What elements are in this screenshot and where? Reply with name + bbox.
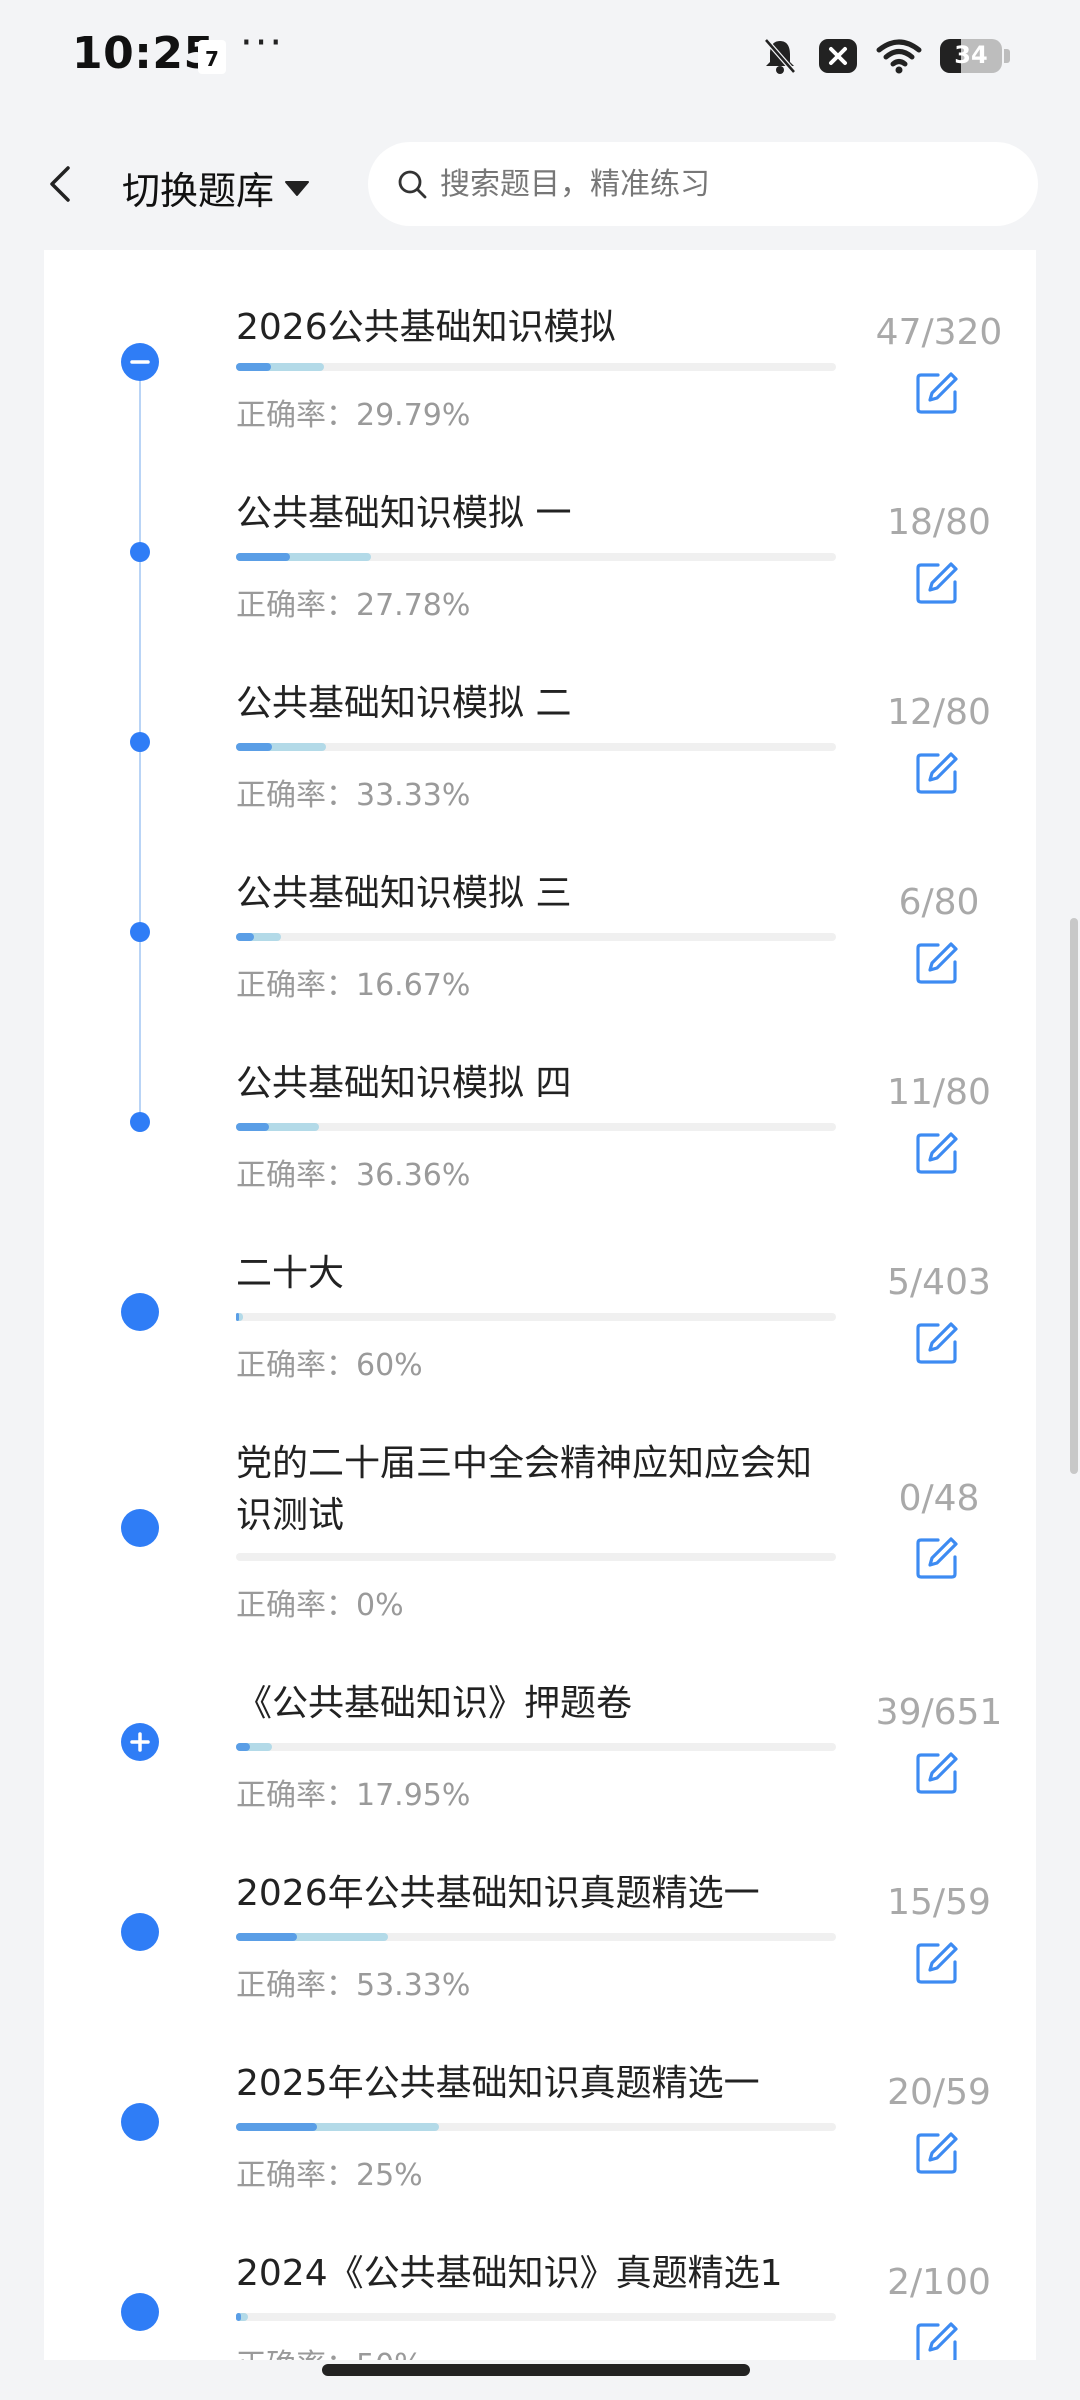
- progress-count: 0/48: [898, 1478, 980, 1519]
- progress-count: 6/80: [898, 882, 980, 923]
- timeline-dot: [130, 542, 150, 562]
- item-dot: [121, 1509, 159, 1547]
- bell-off-icon: [764, 38, 796, 74]
- edit-icon[interactable]: [914, 2130, 960, 2176]
- item-title: 二十大: [236, 1253, 345, 1294]
- accuracy-text: 正确率：53.33%: [236, 1968, 471, 2003]
- item-title: 公共基础知识模拟 三: [236, 873, 572, 914]
- progress-bar: [236, 1123, 836, 1131]
- item-title: 公共基础知识模拟 四: [236, 1063, 572, 1104]
- progress-count: 39/651: [875, 1692, 1003, 1733]
- search-input[interactable]: [438, 165, 1002, 203]
- status-time: 10:25: [72, 28, 215, 79]
- item-title: 公共基础知识模拟 二: [236, 683, 572, 724]
- progress-count: 18/80: [887, 502, 991, 543]
- accuracy-text: 正确率：60%: [236, 1348, 423, 1383]
- progress-count: 11/80: [887, 1072, 991, 1113]
- edit-icon[interactable]: [914, 1750, 960, 1796]
- progress-count: 5/403: [887, 1262, 991, 1303]
- accuracy-text: 正确率：25%: [236, 2158, 423, 2193]
- edit-icon[interactable]: [914, 560, 960, 606]
- edit-icon[interactable]: [914, 1940, 960, 1986]
- progress-count: 2/100: [887, 2262, 991, 2303]
- accuracy-text: 正确率：33.33%: [236, 778, 471, 813]
- item-title: 2025年公共基础知识真题精选一: [236, 2063, 760, 2104]
- progress-count: 20/59: [887, 2072, 991, 2113]
- item-title: 《公共基础知识》押题卷: [236, 1683, 633, 1724]
- progress-bar: [236, 1933, 836, 1941]
- item-title: 公共基础知识模拟 一: [236, 493, 572, 534]
- edit-icon[interactable]: [914, 1320, 960, 1366]
- wifi-icon: [876, 39, 922, 74]
- edit-icon[interactable]: [914, 750, 960, 796]
- progress-bar: [236, 1313, 836, 1321]
- timeline-dot: [130, 1112, 150, 1132]
- timeline-dot: [130, 922, 150, 942]
- progress-bar: [236, 2123, 836, 2131]
- item-title: 党的二十届三中全会精神应知应会知识测试: [236, 1443, 813, 1536]
- progress-count: 15/59: [887, 1882, 991, 1923]
- accuracy-text: 正确率：16.67%: [236, 968, 471, 1003]
- question-bank-list: 2026公共基础知识模拟正确率：29.79% 47/320 公共基础知识模拟 一正确…: [44, 250, 1036, 2360]
- notification-app-icon: 7: [198, 40, 226, 74]
- item-title: 2026年公共基础知识真题精选一: [236, 1873, 760, 1914]
- more-notifications-icon: ···: [240, 20, 285, 66]
- accuracy-text: 正确率：27.78%: [236, 588, 471, 623]
- switch-bank-label: 切换题库: [122, 169, 275, 213]
- expand-icon[interactable]: [121, 1723, 159, 1761]
- switch-question-bank-dropdown[interactable]: 切换题库: [122, 160, 310, 215]
- back-arrow-icon[interactable]: [42, 164, 82, 204]
- edit-icon[interactable]: [914, 370, 960, 416]
- item-title: 2026公共基础知识模拟: [236, 307, 616, 348]
- battery-icon: 34: [940, 39, 1002, 73]
- accuracy-text: 正确率：29.79%: [236, 398, 471, 433]
- scrollbar[interactable]: [1070, 918, 1078, 1474]
- progress-count: 12/80: [887, 692, 991, 733]
- caret-down-icon: [285, 180, 310, 196]
- item-dot: [121, 1293, 159, 1331]
- accuracy-text: 正确率：50%: [236, 2340, 423, 2360]
- close-box-icon: [819, 39, 857, 73]
- edit-icon[interactable]: [914, 1535, 960, 1581]
- progress-bar: [236, 933, 836, 941]
- status-bar: 10:25 7 ··· 34: [0, 0, 1080, 120]
- search-icon: [398, 170, 427, 199]
- item-dot: [121, 1913, 159, 1951]
- item-dot: [121, 2293, 159, 2331]
- progress-bar: [236, 1553, 836, 1561]
- accuracy-text: 正确率：0%: [236, 1588, 404, 1623]
- edit-icon[interactable]: [914, 940, 960, 986]
- accuracy-text: 正确率：17.95%: [236, 1778, 471, 1813]
- progress-bar: [236, 743, 836, 751]
- progress-bar: [236, 2313, 836, 2321]
- search-bar[interactable]: [368, 142, 1038, 226]
- home-indicator[interactable]: [322, 2364, 750, 2376]
- edit-icon[interactable]: [914, 1130, 960, 1176]
- progress-bar: [236, 553, 836, 561]
- timeline-dot: [130, 732, 150, 752]
- accuracy-text: 正确率：36.36%: [236, 1158, 471, 1193]
- progress-count: 47/320: [875, 312, 1003, 353]
- progress-bar: [236, 363, 836, 371]
- collapse-icon[interactable]: [121, 343, 159, 381]
- progress-bar: [236, 1743, 836, 1751]
- edit-icon[interactable]: [914, 2320, 960, 2360]
- top-bar: 切换题库: [0, 120, 1080, 250]
- item-dot: [121, 2103, 159, 2141]
- item-title: 2024《公共基础知识》真题精选1: [236, 2253, 783, 2294]
